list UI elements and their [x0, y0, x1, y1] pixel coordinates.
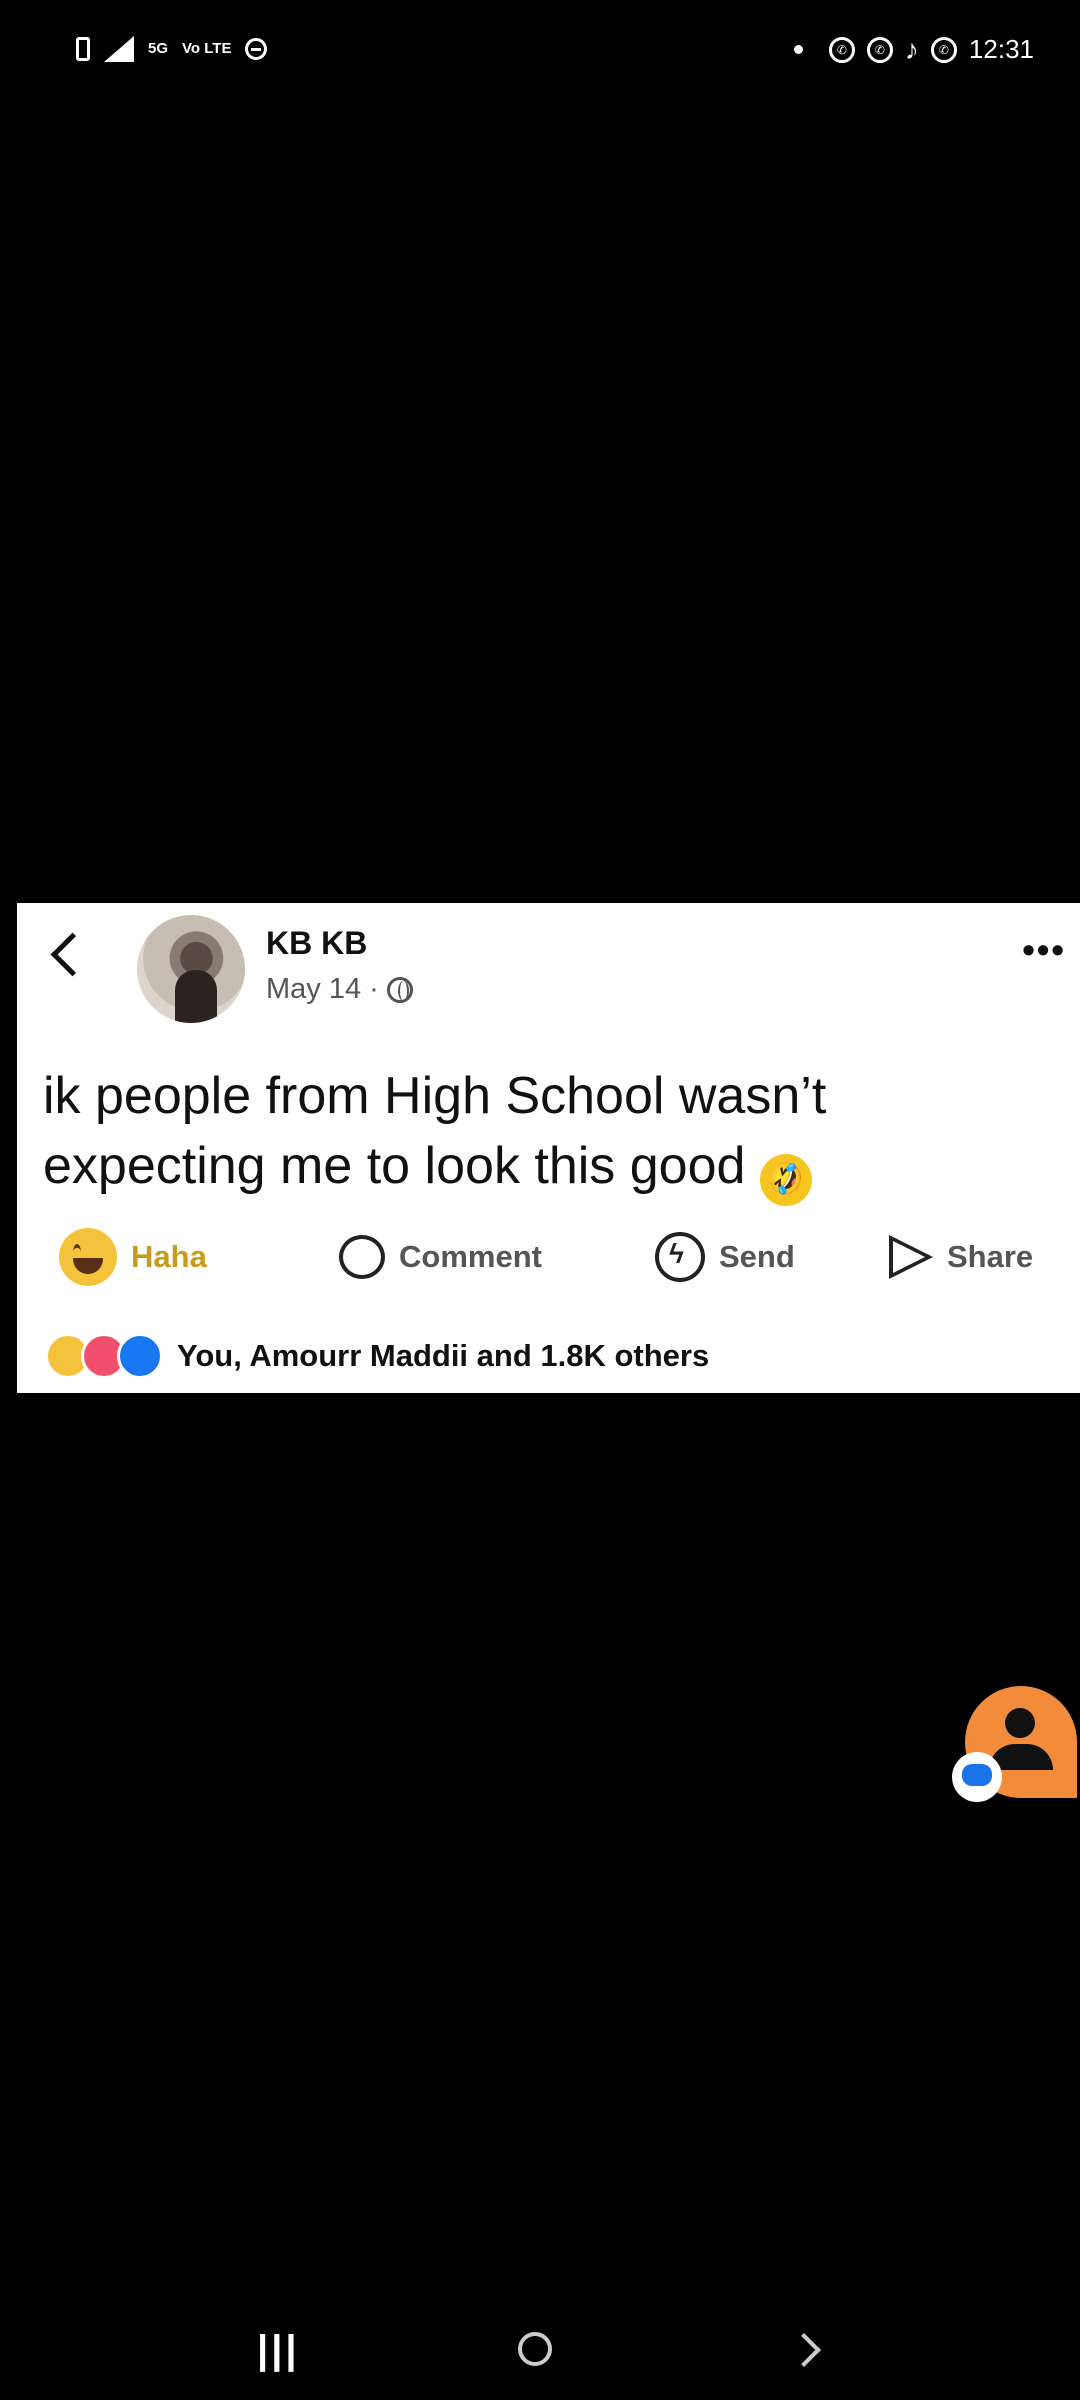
reactions-text: You, Amourr Maddii and 1.8K others	[177, 1338, 710, 1373]
whatsapp-icon: ✆	[866, 36, 893, 63]
reactions-summary[interactable]: You, Amourr Maddii and 1.8K others	[45, 1333, 709, 1379]
comment-label: Comment	[399, 1239, 542, 1274]
message-badge-icon[interactable]	[952, 1752, 1002, 1802]
haha-button[interactable]: Haha	[59, 1221, 207, 1293]
haha-icon	[59, 1228, 117, 1286]
avatar[interactable]	[137, 915, 245, 1023]
home-button[interactable]	[518, 2332, 552, 2366]
notification-dot	[793, 45, 803, 54]
navigation-bar: |||	[0, 2300, 1080, 2400]
send-label: Send	[719, 1239, 795, 1274]
like-reaction-icon	[117, 1333, 163, 1379]
volte-label: Vo LTE	[182, 40, 232, 57]
post-text-body: ik people from High School wasn’t expect…	[43, 1067, 827, 1195]
post-actions: Haha Comment Send Share	[17, 1221, 1080, 1293]
status-bar: 5G Vo LTE ✆ ✆ ♪ ✆ 12:31	[0, 0, 1080, 110]
share-icon	[889, 1235, 933, 1279]
comment-icon	[339, 1235, 385, 1279]
dnd-icon	[245, 38, 268, 60]
more-options-icon[interactable]: •••	[1022, 929, 1066, 971]
recent-apps-button[interactable]: |||	[257, 2328, 300, 2373]
post-meta: May 14 ·	[266, 973, 413, 1006]
post-card: KB KB May 14 · ••• ik people from High S…	[17, 903, 1080, 1393]
status-left: 5G Vo LTE	[76, 36, 268, 62]
whatsapp-icon: ✆	[930, 36, 957, 63]
person-icon	[1005, 1708, 1035, 1738]
signal-icon	[104, 36, 134, 62]
whatsapp-icon: ✆	[828, 36, 855, 63]
author-name[interactable]: KB KB	[266, 925, 367, 962]
post-text: ik people from High School wasn’t expect…	[43, 1061, 1053, 1214]
back-chevron-icon[interactable]	[50, 932, 95, 977]
battery-icon	[76, 37, 90, 61]
post-date: May 14 ·	[266, 973, 379, 1005]
haha-label: Haha	[131, 1239, 207, 1274]
clock: 12:31	[968, 34, 1034, 64]
share-button[interactable]: Share	[889, 1221, 1033, 1293]
globe-icon	[386, 976, 413, 1003]
tiktok-icon: ♪	[904, 33, 919, 65]
share-label: Share	[947, 1239, 1034, 1274]
back-button[interactable]	[787, 2333, 821, 2367]
send-button[interactable]: Send	[655, 1221, 795, 1293]
comment-button[interactable]: Comment	[339, 1221, 542, 1293]
network-label: 5G	[148, 40, 169, 57]
messenger-icon	[655, 1232, 705, 1282]
rofl-emoji-icon: 🤣	[752, 1146, 820, 1214]
status-right: ✆ ✆ ♪ ✆ 12:31	[793, 33, 1034, 65]
